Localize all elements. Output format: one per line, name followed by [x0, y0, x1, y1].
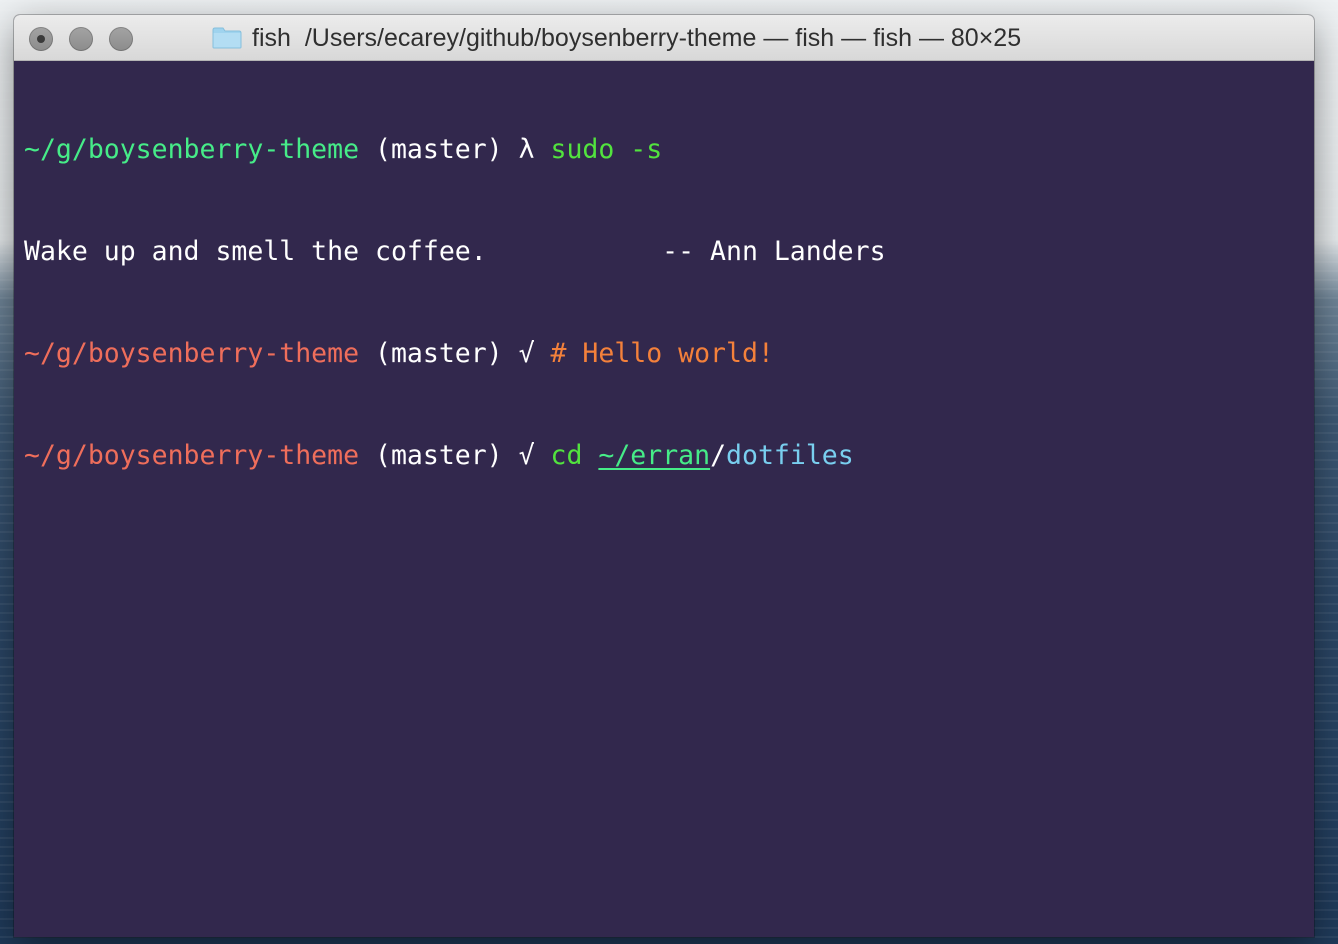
terminal-line-1: ~/g/boysenberry-theme (master) λ sudo -s	[24, 133, 1314, 167]
minimize-button[interactable]	[69, 27, 93, 51]
path-argument-rest: dotfiles	[726, 440, 854, 471]
prompt-symbol: √	[518, 440, 535, 471]
path-separator: /	[710, 440, 727, 471]
command-text: sudo -s	[534, 134, 663, 165]
prompt-branch: (master)	[359, 440, 519, 471]
terminal-content[interactable]: ~/g/boysenberry-theme (master) λ sudo -s…	[14, 61, 1314, 937]
window-title: fish /Users/ecarey/github/boysenberry-th…	[212, 15, 1021, 61]
path-argument-underlined: ~/erran	[598, 440, 711, 471]
close-dot-icon	[37, 35, 45, 43]
close-button[interactable]	[29, 27, 53, 51]
prompt-cwd: ~/g/boysenberry-theme	[24, 440, 360, 471]
zoom-button[interactable]	[109, 27, 133, 51]
prompt-branch: (master)	[359, 338, 519, 369]
title-bar[interactable]: fish /Users/ecarey/github/boysenberry-th…	[14, 15, 1314, 61]
terminal-window[interactable]: fish /Users/ecarey/github/boysenberry-th…	[14, 15, 1314, 937]
prompt-cwd: ~/g/boysenberry-theme	[24, 338, 360, 369]
prompt-symbol: λ	[518, 134, 535, 165]
terminal-line-4: ~/g/boysenberry-theme (master) √ cd ~/er…	[24, 439, 1314, 473]
title-path: /Users/ecarey/github/boysenberry-theme —…	[304, 23, 1022, 52]
folder-icon	[212, 27, 242, 49]
comment-text: # Hello world!	[534, 338, 774, 369]
title-app-name: fish	[252, 23, 291, 52]
prompt-branch: (master)	[359, 134, 519, 165]
terminal-line-2: Wake up and smell the coffee. -- Ann Lan…	[24, 235, 1314, 269]
terminal-line-3: ~/g/boysenberry-theme (master) √ # Hello…	[24, 337, 1314, 371]
prompt-cwd: ~/g/boysenberry-theme	[24, 134, 360, 165]
command-text: cd	[534, 440, 599, 471]
output-text: Wake up and smell the coffee. -- Ann Lan…	[24, 236, 886, 267]
prompt-symbol: √	[518, 338, 535, 369]
